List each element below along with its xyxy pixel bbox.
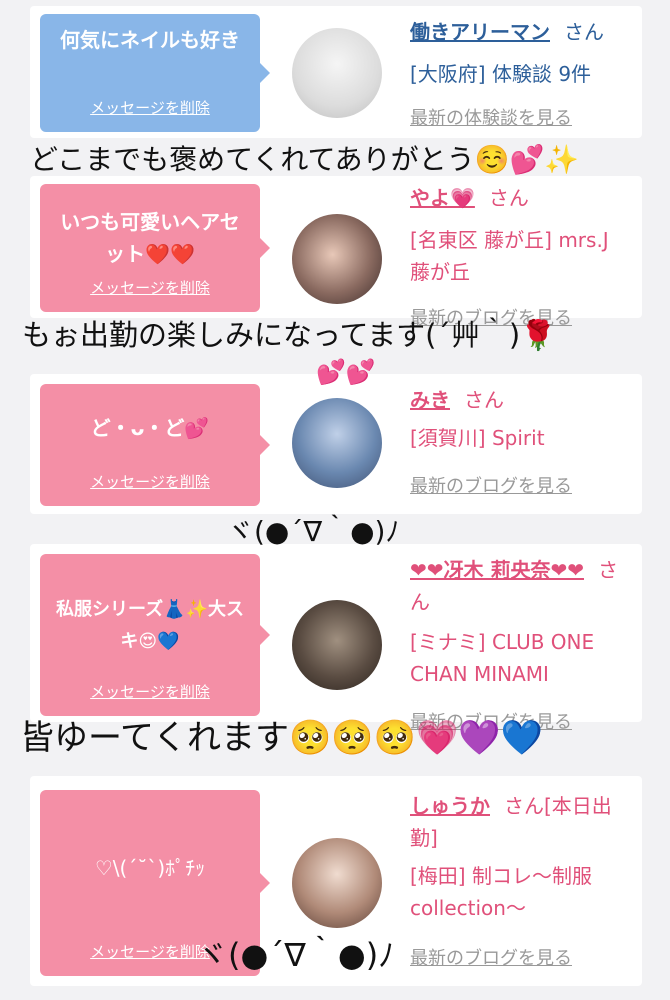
- message-card: ど・ᴗ・ど💕 メッセージを削除 みき さん [須賀川] Spirit 最新のブログ…: [30, 374, 642, 514]
- user-name-link[interactable]: しゅうか: [410, 794, 490, 818]
- honorific: 勤]: [410, 826, 438, 850]
- message-text: 私服シリーズ👗✨大スキ😍💙: [56, 599, 244, 652]
- hearts-decoration: 💕💕: [316, 358, 376, 386]
- user-name-link[interactable]: 働きアリーマン: [410, 20, 550, 44]
- caption-text: ヾ(●´∇｀●)ﾉ: [196, 936, 395, 974]
- message-bubble: いつも可愛いヘアセット❤️❤️ メッセージを削除: [40, 184, 270, 312]
- message-bubble: ど・ᴗ・ど💕 メッセージを削除: [40, 384, 270, 506]
- message-text: 何気にネイルも好き: [60, 28, 240, 52]
- user-name-link[interactable]: ❤❤冴木 莉央奈❤❤: [410, 558, 584, 582]
- user-detail: [大阪府] 体験談 9件: [410, 62, 592, 86]
- user-avatar[interactable]: [292, 838, 382, 928]
- honorific: さん: [564, 20, 604, 44]
- delete-message-link[interactable]: メッセージを削除: [40, 277, 260, 298]
- message-card: 私服シリーズ👗✨大スキ😍💙 メッセージを削除 ❤❤冴木 莉央奈❤❤ さ ん [ミナ…: [30, 544, 642, 733]
- delete-message-link[interactable]: メッセージを削除: [40, 681, 260, 702]
- message-text: いつも可愛いヘアセット❤️❤️: [60, 210, 240, 266]
- latest-link[interactable]: 最新のブログを見る: [410, 472, 572, 498]
- latest-link[interactable]: 最新のブログを見る: [410, 944, 572, 970]
- user-detail: [ミナミ] CLUB ONE: [410, 630, 595, 654]
- honorific: さん: [464, 388, 504, 412]
- caption-text: もぉ出勤の楽しみになってます(´艸｀)🌹: [22, 318, 557, 352]
- message-bubble: 私服シリーズ👗✨大スキ😍💙 メッセージを削除: [40, 554, 270, 716]
- honorific: ん: [410, 590, 430, 614]
- message-text: ♡\(ˊ˘ˋ)ﾎﾟﾁｯ: [94, 856, 206, 880]
- user-detail: collection～: [410, 896, 526, 920]
- user-avatar[interactable]: [292, 28, 382, 118]
- user-avatar[interactable]: [292, 214, 382, 304]
- delete-message-link[interactable]: メッセージを削除: [40, 471, 260, 492]
- user-avatar[interactable]: [292, 398, 382, 488]
- user-detail: [梅田] 制コレ～制服: [410, 864, 592, 888]
- message-card: いつも可愛いヘアセット❤️❤️ メッセージを削除 やよ💗 さん [名東区 藤が丘]…: [30, 176, 642, 329]
- honorific: さん[本日出: [504, 794, 612, 818]
- user-detail: CHAN MINAMI: [410, 662, 549, 686]
- message-card: 何気にネイルも好き メッセージを削除 働きアリーマン さん [大阪府] 体験談 9…: [30, 6, 642, 138]
- delete-message-link[interactable]: メッセージを削除: [40, 97, 260, 118]
- latest-link[interactable]: 最新の体験談を見る: [410, 104, 572, 130]
- message-bubble: 何気にネイルも好き メッセージを削除: [40, 14, 270, 132]
- user-detail: [名東区 藤が丘] mrs.J: [410, 228, 609, 252]
- message-text: ど・ᴗ・ど💕: [90, 416, 210, 440]
- honorific: さ: [598, 558, 618, 582]
- caption-text: ヾ(●´∇｀●)ﾉ: [226, 515, 400, 548]
- user-name-link[interactable]: みき: [410, 388, 450, 412]
- user-detail: [須賀川] Spirit: [410, 426, 545, 450]
- honorific: さん: [488, 186, 529, 210]
- user-name-link[interactable]: やよ💗: [410, 186, 475, 210]
- caption-text: どこまでも褒めてくれてありがとう☺️💕✨: [30, 143, 580, 176]
- user-avatar[interactable]: [292, 600, 382, 690]
- user-detail: 藤が丘: [410, 260, 470, 284]
- caption-text: 皆ゆーてくれます🥺🥺🥺💗💜💙: [20, 718, 543, 758]
